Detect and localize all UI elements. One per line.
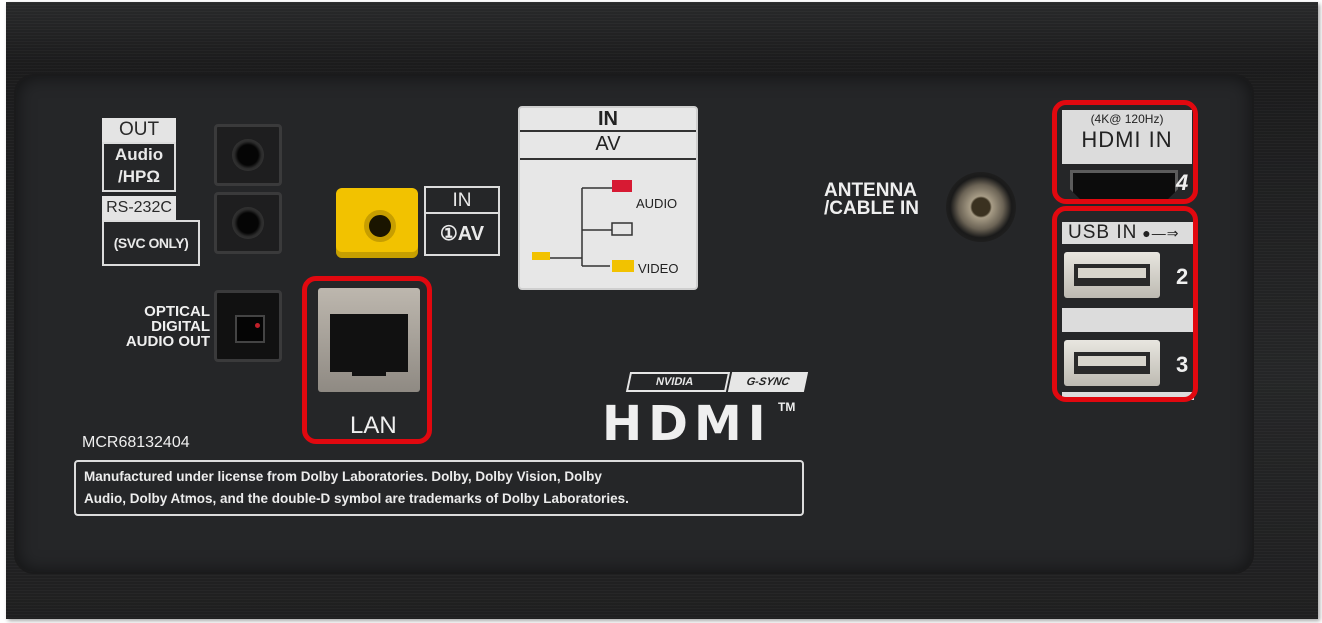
av-small-label: ①AV (424, 212, 500, 256)
hdmi-highlight (1052, 100, 1198, 204)
photo-frame: OUT Audio /HPΩ RS-232C (SVC ONLY) OPTICA… (0, 0, 1318, 619)
audio-hp-label: Audio /HPΩ (102, 142, 176, 192)
av-diagram-title: IN (598, 108, 618, 130)
out-label: OUT (102, 118, 176, 142)
av-diagram-sub: AV (520, 130, 696, 160)
rs232-label: RS-232C (102, 196, 176, 220)
svc-only-label: (SVC ONLY) (102, 220, 200, 266)
headphone-jack[interactable] (214, 124, 282, 186)
audio-red-connector (612, 180, 632, 192)
optical-label: OPTICAL DIGITAL AUDIO OUT (125, 303, 210, 350)
hdmi-logo: HDMI (602, 396, 772, 452)
in-small-label: IN (424, 186, 500, 212)
audio-white-connector (611, 222, 633, 236)
tv-back-chassis: OUT Audio /HPΩ RS-232C (SVC ONLY) OPTICA… (6, 2, 1318, 619)
antenna-label: ANTENNA /CABLE IN (824, 180, 919, 219)
nvidia-gsync-badge: NVIDIA G-SYNC (625, 372, 809, 392)
audio-label: AUDIO (636, 196, 678, 211)
rs232-jack[interactable] (214, 192, 282, 254)
video-yellow-connector (612, 260, 634, 272)
video-label: VIDEO (638, 261, 679, 276)
port-panel: OUT Audio /HPΩ RS-232C (SVC ONLY) OPTICA… (14, 74, 1254, 574)
dolby-notice: Manufactured under license from Dolby La… (74, 460, 804, 516)
antenna-connector[interactable] (946, 172, 1016, 242)
lan-highlight (302, 276, 432, 444)
usb-highlight (1052, 206, 1198, 402)
model-code: MCR68132404 (82, 434, 190, 451)
composite-av-jack[interactable] (336, 188, 418, 258)
optical-port[interactable] (214, 290, 282, 362)
av-diagram-box: IN AV AUDIO VIDEO (518, 106, 698, 290)
hdmi-logo-tm: TM (778, 400, 796, 414)
